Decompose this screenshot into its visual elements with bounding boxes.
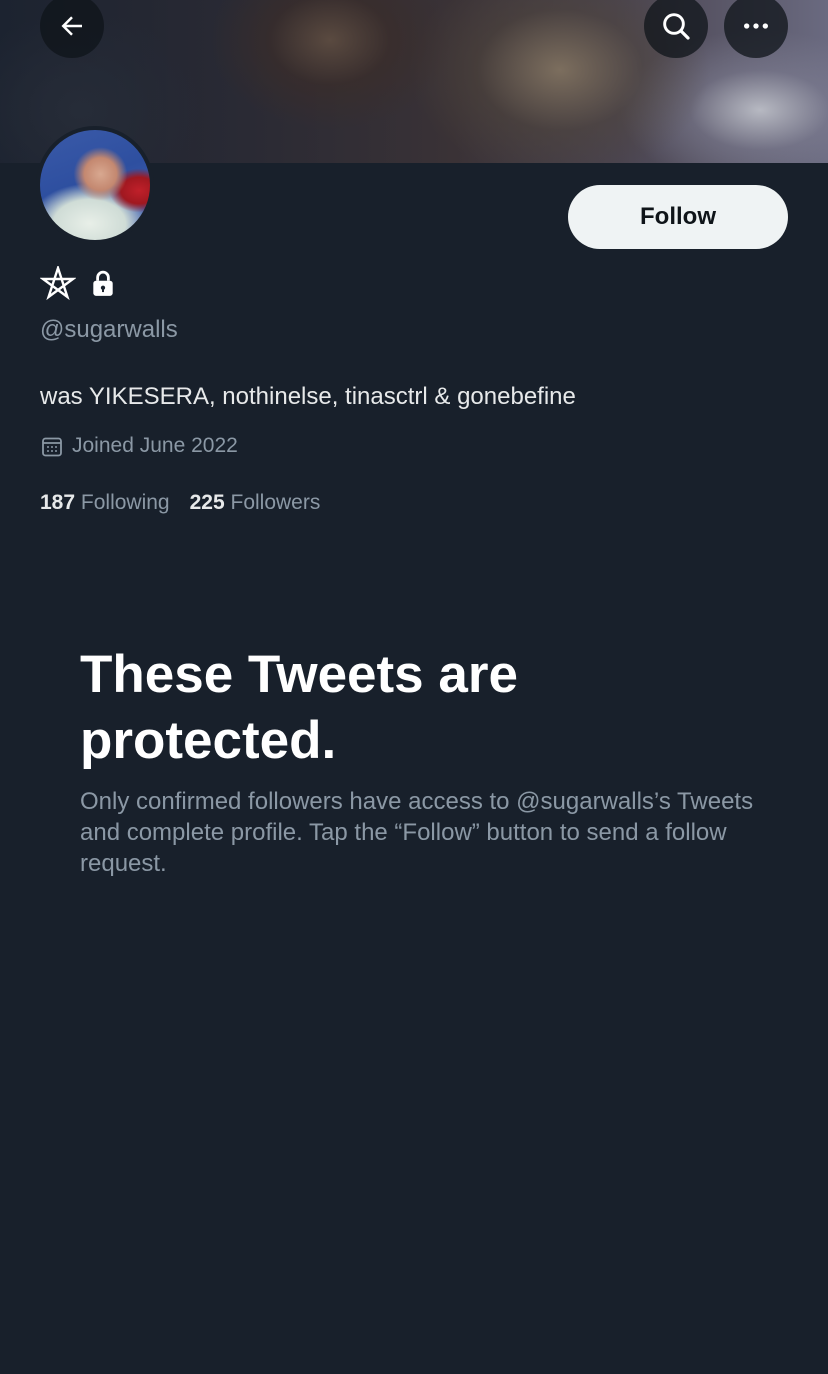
profile-bio: was YIKESERA, nothinelse, tinasctrl & go… — [40, 383, 576, 410]
search-icon — [663, 13, 690, 40]
more-horizontal-icon — [744, 23, 768, 29]
following-count: 187 — [40, 491, 76, 514]
follow-button[interactable]: Follow — [568, 185, 788, 249]
protected-description: Only confirmed followers have access to … — [80, 788, 754, 877]
profile-stats: 187 Following 225 Followers — [40, 491, 320, 515]
calendar-icon — [42, 437, 62, 457]
following-link[interactable]: 187 Following — [40, 491, 170, 515]
profile-avatar[interactable] — [36, 126, 154, 244]
lock-icon — [93, 270, 113, 296]
followers-count: 225 — [189, 491, 225, 514]
arrow-left-icon — [61, 16, 82, 36]
avatar-photo — [40, 130, 150, 240]
display-name — [40, 266, 116, 302]
profile-handle: @sugarwalls — [40, 316, 178, 343]
following-label: Following — [80, 491, 170, 514]
followers-label: Followers — [230, 491, 321, 514]
followers-link[interactable]: 225 Followers — [190, 491, 321, 515]
protected-heading: These Tweets are protected. — [80, 645, 518, 770]
pentagram-icon — [40, 266, 76, 301]
joined-date: Joined June 2022 — [40, 434, 238, 458]
joined-text: Joined June 2022 — [72, 434, 238, 457]
